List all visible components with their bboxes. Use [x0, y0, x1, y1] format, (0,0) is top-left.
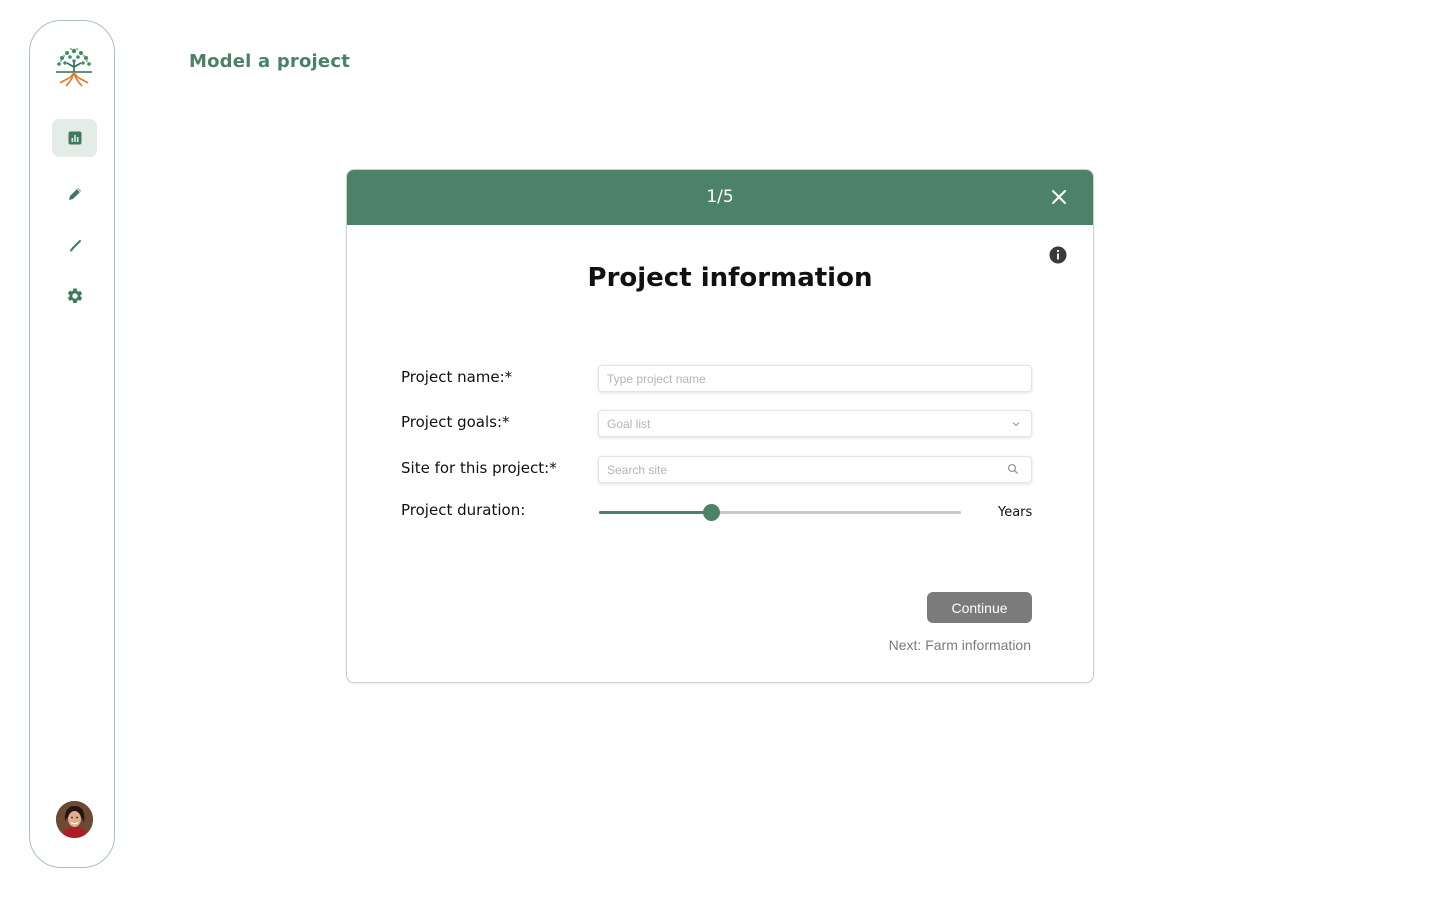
- site-label: Site for this project:*: [401, 459, 557, 477]
- info-button[interactable]: [1049, 246, 1067, 264]
- project-goals-label: Project goals:*: [401, 413, 510, 431]
- project-name-label: Project name:*: [401, 368, 513, 386]
- page-title: Model a project: [189, 51, 351, 72]
- sidebar-item-edit[interactable]: [52, 175, 97, 213]
- duration-slider-thumb[interactable]: [703, 504, 721, 521]
- sidebar-item-settings[interactable]: [52, 277, 97, 315]
- gear-icon: [67, 288, 82, 303]
- brush-icon: [69, 240, 81, 252]
- duration-label: Project duration:: [401, 501, 526, 519]
- bar-chart-icon: [68, 131, 81, 145]
- step-indicator: 1/5: [706, 187, 734, 207]
- next-step-text: Next: Farm information: [888, 637, 1031, 653]
- site-search-input[interactable]: [598, 456, 1032, 483]
- tree-logo: [52, 45, 96, 89]
- project-name-input[interactable]: [598, 365, 1032, 392]
- search-icon: [1007, 463, 1019, 475]
- modal-title: Project information: [587, 263, 873, 293]
- duration-slider-fill: [599, 511, 712, 514]
- chevron-down-icon: [1012, 422, 1020, 427]
- close-icon: [1052, 190, 1066, 204]
- sidebar-item-design[interactable]: [52, 227, 97, 265]
- user-avatar[interactable]: [56, 801, 93, 838]
- continue-button[interactable]: Continue: [927, 592, 1032, 623]
- project-goals-placeholder: Goal list: [607, 417, 651, 431]
- info-icon: [1049, 246, 1067, 264]
- duration-slider[interactable]: [599, 504, 961, 521]
- project-goals-select[interactable]: Goal list: [598, 410, 1032, 437]
- pencil-icon: [68, 188, 81, 200]
- modal-header: 1/5: [347, 170, 1093, 225]
- project-info-modal: 1/5 Project information Project name:* P…: [346, 169, 1094, 683]
- sidebar-item-dashboard[interactable]: [52, 119, 97, 157]
- close-button[interactable]: [1048, 186, 1070, 208]
- duration-unit: Years: [998, 505, 1033, 520]
- sidebar: [29, 20, 115, 868]
